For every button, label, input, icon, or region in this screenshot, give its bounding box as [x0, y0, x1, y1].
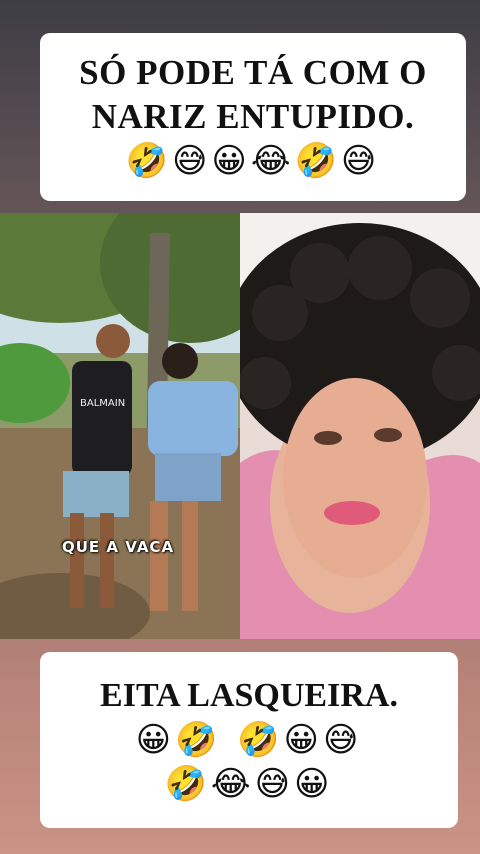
right-video-panel[interactable]	[240, 213, 480, 639]
top-caption-line-1: SÓ PODE TÁ COM O	[79, 53, 427, 92]
bottom-caption-box: EITA LASQUEIRA. 😀🤣 🤣😀😅 🤣😂😅😀	[40, 652, 458, 828]
top-caption-box: SÓ PODE TÁ COM O NARIZ ENTUPIDO. 🤣😅😀😂🤣😅	[40, 33, 466, 201]
bottom-caption-line-1: EITA LASQUEIRA.	[100, 677, 398, 714]
top-caption-line-2: NARIZ ENTUPIDO.	[91, 97, 415, 136]
shirt-text: BALMAIN	[80, 398, 125, 409]
bottom-caption-emojis-row-1: 😀🤣 🤣😀😅	[135, 720, 363, 760]
right-video-scene	[240, 213, 480, 639]
bottom-caption-emojis-row-2: 🤣😂😅😀	[164, 764, 334, 804]
left-video-panel[interactable]: BALMAIN QUE A VACA	[0, 213, 240, 639]
video-subtitle: QUE A VACA	[62, 538, 175, 556]
left-video-scene: BALMAIN	[0, 213, 240, 639]
top-caption-emojis: 🤣😅😀😂🤣😅	[125, 141, 381, 181]
man-shirt	[72, 361, 132, 476]
